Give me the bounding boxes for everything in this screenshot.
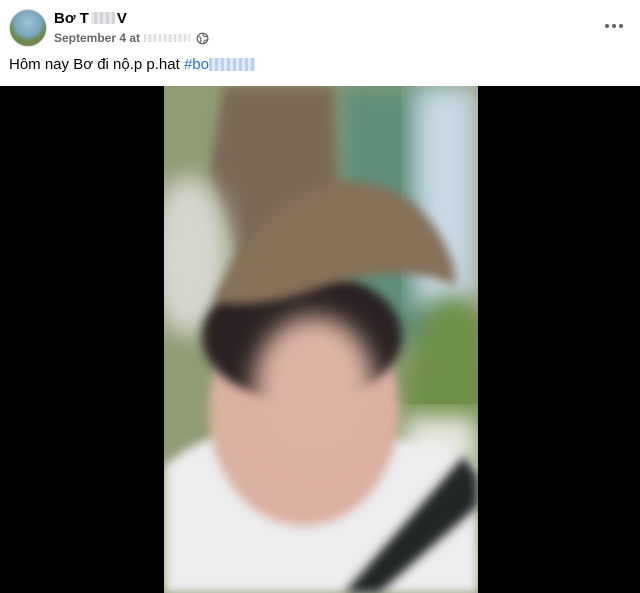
- video-thumbnail: [164, 86, 478, 593]
- post-header: Bơ T V September 4 at: [0, 0, 640, 54]
- time-blur: [144, 34, 191, 42]
- hashtag-text: #bo: [183, 56, 209, 73]
- video-scene: [164, 86, 478, 593]
- author-name-end: V: [116, 10, 127, 27]
- caption-text: Hôm nay Bơ đi nộ.p p.hat: [9, 56, 184, 73]
- globe-icon: [196, 32, 209, 44]
- more-options-button[interactable]: [602, 16, 626, 36]
- hashtag-link[interactable]: #bo: [184, 56, 255, 73]
- avatar[interactable]: [9, 9, 47, 47]
- more-horizontal-icon: [605, 24, 609, 28]
- author-name-start: Bơ T: [54, 10, 89, 27]
- author-name-blur: [90, 12, 115, 24]
- hashtag-blur: [208, 58, 255, 71]
- author-name[interactable]: Bơ T V: [54, 10, 127, 27]
- post-caption: Hôm nay Bơ đi nộ.p p.hat #bo: [9, 56, 255, 73]
- post-meta: September 4 at: [54, 30, 209, 46]
- video-player[interactable]: [0, 86, 640, 593]
- post-date[interactable]: September 4 at: [54, 31, 140, 45]
